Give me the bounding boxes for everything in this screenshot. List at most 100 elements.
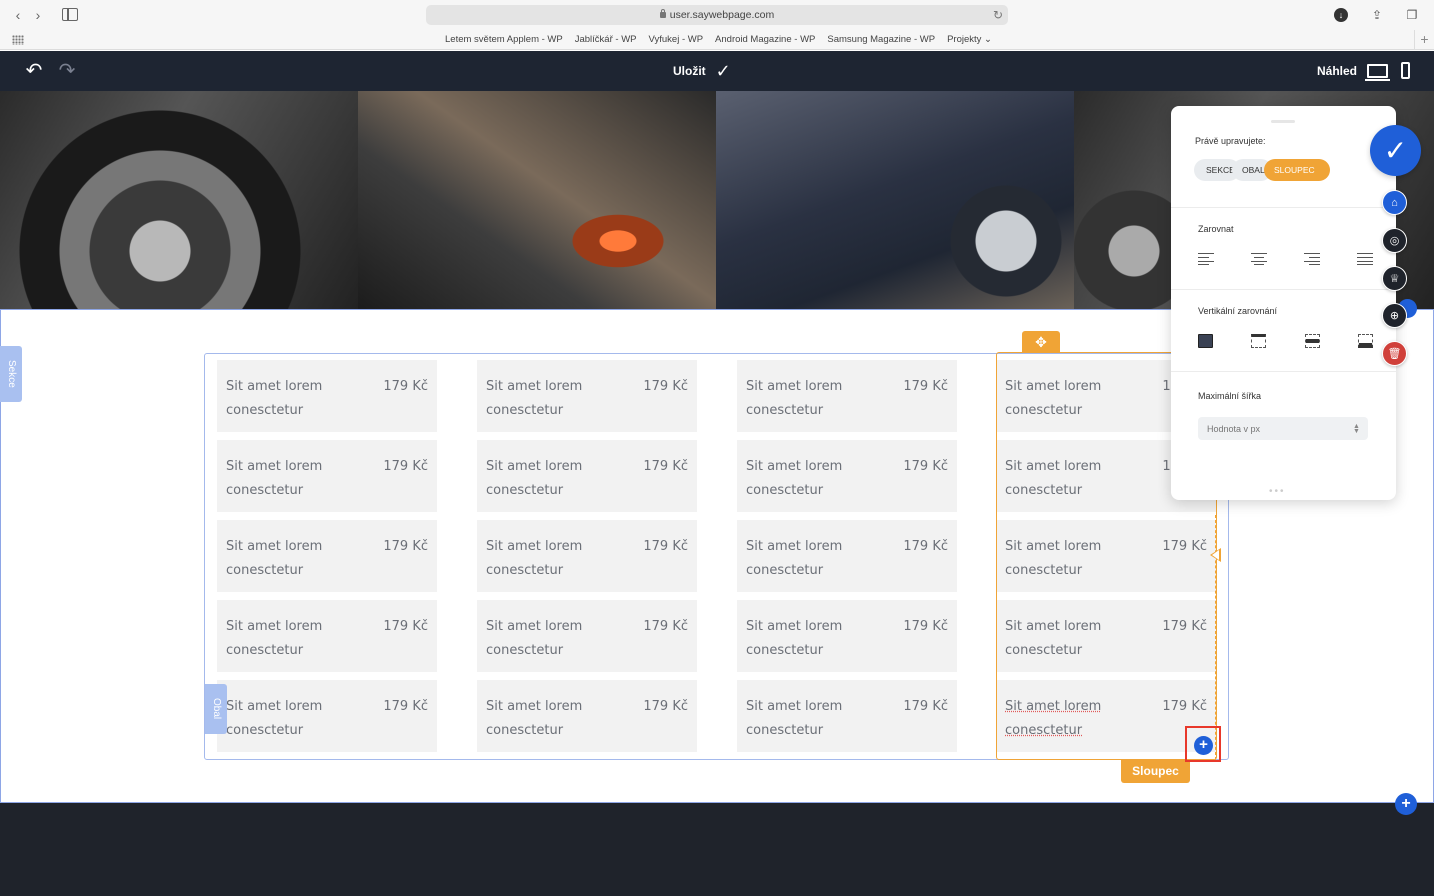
menu-item[interactable]: Sit amet lorem conesctetur 179 Kč <box>477 520 697 592</box>
check-icon: ✓ <box>715 60 731 81</box>
bookmark-item[interactable]: Projekty ⌄ <box>947 30 992 50</box>
bookmark-item[interactable]: Android Magazine - WP <box>715 30 815 50</box>
delete-icon[interactable]: 🗑 <box>1382 341 1407 366</box>
add-section-button[interactable]: + <box>1395 793 1417 815</box>
style-icon[interactable]: ♕ <box>1382 266 1407 291</box>
sidebar-toggle-icon[interactable] <box>62 8 78 21</box>
menu-item-price: 179 Kč <box>383 379 428 394</box>
valign-bottom-icon[interactable] <box>1357 334 1373 348</box>
tabs-overview-icon[interactable]: ❐ <box>1403 6 1421 24</box>
focus-icon[interactable]: ◎ <box>1382 228 1407 253</box>
url-text: user.saywebpage.com <box>669 9 775 21</box>
forward-button[interactable]: › <box>29 7 47 23</box>
desktop-view-icon[interactable] <box>1365 64 1390 81</box>
bookmark-list: Letem světem Applem - WP Jablíčkář - WP … <box>445 30 992 50</box>
menu-item[interactable]: Sit amet lorem conesctetur 179 Kč <box>217 600 437 672</box>
column-label[interactable]: Sloupec <box>1121 760 1190 783</box>
menu-item-name: Sit amet lorem conesctetur <box>746 539 843 578</box>
address-bar[interactable]: user.saywebpage.com ↻ <box>426 5 1008 25</box>
valign-top-icon[interactable] <box>1251 334 1267 348</box>
wrapper-tab[interactable]: Obal <box>205 684 227 734</box>
menu-item[interactable]: Sit amet lorem conesctetur 179 Kč <box>996 600 1216 672</box>
menu-item[interactable]: Sit amet lorem conesctetur 179 Kč <box>477 360 697 432</box>
valign-middle-icon[interactable] <box>1304 334 1320 348</box>
menu-item-name: Sit amet lorem conesctetur <box>1005 619 1102 658</box>
resize-arrow-icon[interactable] <box>1210 548 1221 562</box>
valign-options <box>1198 334 1373 348</box>
bookmark-item[interactable]: Samsung Magazine - WP <box>827 30 935 50</box>
align-right-icon[interactable] <box>1304 253 1320 266</box>
max-width-label: Maximální šířka <box>1198 391 1262 401</box>
menu-item[interactable]: Sit amet lorem conesctetur 179 Kč <box>477 440 697 512</box>
grid-icon[interactable] <box>12 35 24 45</box>
bookmark-item[interactable]: Vyfukej - WP <box>649 30 704 50</box>
menu-item-name: Sit amet lorem conesctetur <box>746 459 843 498</box>
lock-icon <box>659 9 666 18</box>
align-center-icon[interactable] <box>1251 253 1267 266</box>
new-tab-button[interactable]: + <box>1414 30 1434 50</box>
section-tab[interactable]: Sekce <box>0 346 22 402</box>
add-element-icon[interactable]: ⊕ <box>1382 303 1407 328</box>
breadcrumb: SEKCE OBAL SLOUPEC <box>1194 159 1330 181</box>
menu-column[interactable]: Sit amet lorem conesctetur 179 Kč Sit ame… <box>737 360 957 760</box>
panel-more-dots[interactable]: ••• <box>1269 486 1286 497</box>
hero-image-wheel[interactable] <box>0 91 358 309</box>
menu-item[interactable]: Sit amet lorem conesctetur 179 Kč <box>477 600 697 672</box>
menu-item-price: 179 Kč <box>643 459 688 474</box>
menu-column[interactable]: Sit amet lorem conesctetur 179 Kč Sit ame… <box>477 360 697 760</box>
hero-image-engine[interactable] <box>358 91 716 309</box>
menu-item-name: Sit amet lorem conesctetur <box>1005 539 1102 578</box>
home-icon[interactable]: ⌂ <box>1382 190 1407 215</box>
menu-item[interactable]: Sit amet lorem conesctetur 179 Kč <box>217 360 437 432</box>
menu-item[interactable]: Sit amet lorem conesctetur 179 Kč <box>217 520 437 592</box>
hero-image-car[interactable] <box>716 91 1074 309</box>
crumb-column[interactable]: SLOUPEC <box>1264 159 1330 181</box>
valign-label: Vertikální zarovnání <box>1198 306 1278 316</box>
bookmark-item[interactable]: Letem světem Applem - WP <box>445 30 563 50</box>
browser-toolbar: ‹ › user.saywebpage.com ↻ ↓ ⇪ ❐ <box>0 0 1434 30</box>
menu-item[interactable]: Sit amet lorem conesctetur 179 Kč <box>217 440 437 512</box>
undo-icon[interactable]: ↶ <box>22 60 46 82</box>
reload-icon[interactable]: ↻ <box>993 5 1003 25</box>
mobile-view-icon[interactable] <box>1401 62 1410 79</box>
add-element-highlight: + <box>1185 726 1221 762</box>
panel-drag-handle[interactable] <box>1271 120 1295 123</box>
menu-item-price: 179 Kč <box>643 379 688 394</box>
preview-button[interactable]: Náhled <box>1317 51 1357 91</box>
menu-item-name[interactable]: Sit amet lorem conesctetur <box>1005 695 1135 743</box>
align-left-icon[interactable] <box>1198 253 1214 266</box>
menu-item-price: 179 Kč <box>643 619 688 634</box>
menu-item[interactable]: Sit amet lorem conesctetur 179 Kč <box>217 680 437 752</box>
menu-column[interactable]: Sit amet lorem conesctetur 179 Kč Sit ame… <box>217 360 437 760</box>
back-button[interactable]: ‹ <box>9 7 27 23</box>
menu-item[interactable]: Sit amet lorem conesctetur 179 Kč <box>737 520 957 592</box>
max-width-input[interactable] <box>1198 417 1368 440</box>
bookmark-item[interactable]: Jablíčkář - WP <box>575 30 637 50</box>
valign-fill-icon[interactable] <box>1198 334 1213 348</box>
align-justify-icon[interactable] <box>1357 253 1373 266</box>
menu-item-name: Sit amet lorem conesctetur <box>226 459 323 498</box>
move-handle-icon[interactable]: ✥ <box>1022 331 1060 353</box>
menu-item-name: Sit amet lorem conesctetur <box>486 619 583 658</box>
menu-item[interactable]: Sit amet lorem conesctetur 179 Kč <box>737 600 957 672</box>
menu-item[interactable]: Sit amet lorem conesctetur 179 Kč <box>477 680 697 752</box>
menu-item[interactable]: Sit amet lorem conesctetur 179 Kč <box>737 440 957 512</box>
save-button[interactable]: Uložit ✓ <box>673 51 731 91</box>
menu-item-price: 179 Kč <box>903 459 948 474</box>
stepper-icon[interactable]: ▲ ▼ <box>1353 423 1360 435</box>
editing-label: Právě upravujete: <box>1195 136 1266 146</box>
menu-item[interactable]: Sit amet lorem conesctetur 179 Kč <box>737 680 957 752</box>
share-icon[interactable]: ⇪ <box>1368 6 1386 24</box>
menu-item-name: Sit amet lorem conesctetur <box>486 459 583 498</box>
confirm-button[interactable]: ✓ <box>1370 125 1421 176</box>
download-icon[interactable]: ↓ <box>1334 8 1348 22</box>
redo-icon[interactable]: ↷ <box>55 60 79 82</box>
divider <box>1171 289 1396 290</box>
menu-item[interactable]: Sit amet lorem conesctetur 179 Kč <box>996 680 1216 752</box>
menu-item[interactable]: Sit amet lorem conesctetur 179 Kč <box>996 520 1216 592</box>
divider <box>1171 371 1396 372</box>
menu-item[interactable]: Sit amet lorem conesctetur 179 Kč <box>737 360 957 432</box>
bookmarks-bar: Letem světem Applem - WP Jablíčkář - WP … <box>0 30 1434 50</box>
add-element-button[interactable]: + <box>1194 736 1213 755</box>
menu-item-price: 179 Kč <box>903 379 948 394</box>
